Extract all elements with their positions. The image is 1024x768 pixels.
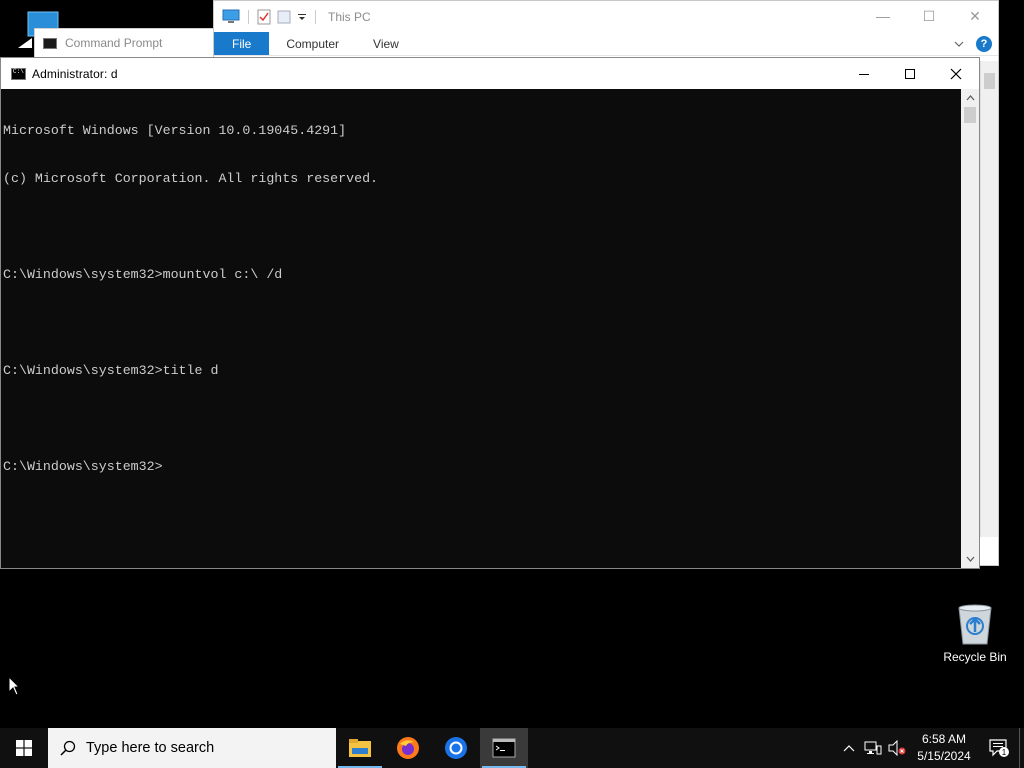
close-icon: [950, 68, 962, 79]
start-button[interactable]: [0, 728, 48, 768]
clock-time: 6:58 AM: [921, 732, 967, 746]
recycle-bin-icon: [958, 604, 992, 645]
console-line: (c) Microsoft Corporation. All rights re…: [3, 171, 379, 186]
cmd-titlebar[interactable]: Administrator: d: [1, 58, 979, 89]
search-placeholder: Type here to search: [86, 740, 215, 756]
recycle-bin-label: Recycle Bin: [943, 650, 1007, 664]
mouse-pointer-icon: [8, 676, 20, 696]
this-pc-icon: [222, 9, 240, 23]
minimize-button[interactable]: [841, 58, 887, 89]
scroll-down-button[interactable]: [961, 550, 979, 568]
ribbon-tabs: File Computer View ?: [214, 32, 998, 56]
explorer-window-controls: — ☐ ✕: [860, 8, 998, 25]
console-line: Microsoft Windows [Version 10.0.19045.42…: [3, 123, 347, 138]
desktop: Command Prompt This PC — ☐ ✕ File Comput…: [0, 0, 1024, 728]
explorer-titlebar[interactable]: This PC — ☐ ✕: [214, 1, 998, 32]
minimize-icon: [859, 73, 869, 75]
taskbar-app-firefox[interactable]: [384, 728, 432, 768]
toolbar-separator: [248, 9, 249, 24]
tab-view[interactable]: View: [356, 32, 416, 55]
scroll-up-button[interactable]: [961, 89, 979, 107]
taskbar-search-box[interactable]: Type here to search: [48, 728, 336, 768]
cmd-icon: [11, 67, 26, 80]
toolbar-separator: [315, 9, 316, 24]
network-button[interactable]: [861, 728, 885, 768]
chrome-icon: [445, 737, 467, 759]
ribbon-right: ?: [954, 32, 998, 55]
taskbar: Type here to search 6:58 AM 5/15/2024 1: [0, 728, 1024, 768]
background-cmd-title: Command Prompt: [65, 36, 163, 50]
command-prompt-icon: [492, 738, 516, 758]
console-output[interactable]: Microsoft Windows [Version 10.0.19045.42…: [1, 89, 962, 568]
properties-icon[interactable]: [257, 9, 271, 25]
search-icon: [60, 740, 76, 756]
chevron-down-icon: [966, 556, 974, 562]
notification-count: 1: [1002, 748, 1007, 757]
network-icon: [864, 741, 882, 755]
customize-toolbar-icon[interactable]: [297, 9, 307, 25]
explorer-title: This PC: [328, 9, 371, 24]
cmd-icon: [43, 37, 57, 49]
maximize-button[interactable]: ☐: [906, 8, 952, 25]
quick-access-toolbar: [222, 9, 318, 25]
cmd-scrollbar[interactable]: [961, 89, 979, 568]
file-explorer-icon: [349, 739, 371, 757]
help-icon[interactable]: ?: [976, 35, 992, 52]
minimize-button[interactable]: —: [860, 8, 906, 25]
maximize-icon: [905, 68, 915, 79]
system-tray: 6:58 AM 5/15/2024 1: [837, 728, 1024, 768]
scroll-thumb[interactable]: [964, 107, 976, 123]
taskbar-clock[interactable]: 6:58 AM 5/15/2024: [909, 731, 979, 765]
maximize-button[interactable]: [887, 58, 933, 89]
tab-file[interactable]: File: [214, 32, 270, 55]
console-prompt-line[interactable]: C:\Windows\system32>: [3, 459, 960, 475]
command-prompt-window[interactable]: Administrator: d Microsoft Windows [Vers…: [0, 57, 980, 569]
close-button[interactable]: [933, 58, 979, 89]
expand-ribbon-chevron-icon[interactable]: [954, 40, 964, 48]
show-hidden-icons-button[interactable]: [837, 728, 861, 768]
taskbar-app-file-explorer[interactable]: [336, 728, 384, 768]
recycle-bin-desktop-icon[interactable]: Recycle Bin: [940, 600, 1010, 664]
close-button[interactable]: ✕: [952, 8, 998, 25]
windows-logo-icon: [16, 740, 32, 756]
new-folder-icon[interactable]: [277, 9, 291, 25]
action-center-button[interactable]: 1: [979, 728, 1019, 768]
cmd-title: Administrator: d: [32, 66, 118, 81]
explorer-scrollbar[interactable]: [980, 61, 998, 537]
taskbar-app-chrome[interactable]: [432, 728, 480, 768]
cmd-window-controls: [841, 58, 979, 89]
volume-button[interactable]: [885, 728, 909, 768]
chevron-up-icon: [843, 745, 855, 752]
taskbar-app-command-prompt[interactable]: [480, 728, 528, 768]
tab-computer[interactable]: Computer: [269, 32, 356, 55]
clock-date: 5/15/2024: [917, 749, 971, 763]
chevron-up-icon: [966, 95, 974, 101]
console-line: C:\Windows\system32>title d: [3, 363, 219, 378]
scroll-thumb[interactable]: [984, 73, 995, 89]
volume-muted-icon: [888, 740, 906, 756]
background-command-prompt-window[interactable]: Command Prompt: [34, 28, 214, 58]
console-line: C:\Windows\system32>mountvol c:\ /d: [3, 267, 283, 282]
show-desktop-button[interactable]: [1019, 728, 1024, 768]
notification-icon: 1: [989, 739, 1009, 757]
firefox-icon: [397, 737, 419, 759]
